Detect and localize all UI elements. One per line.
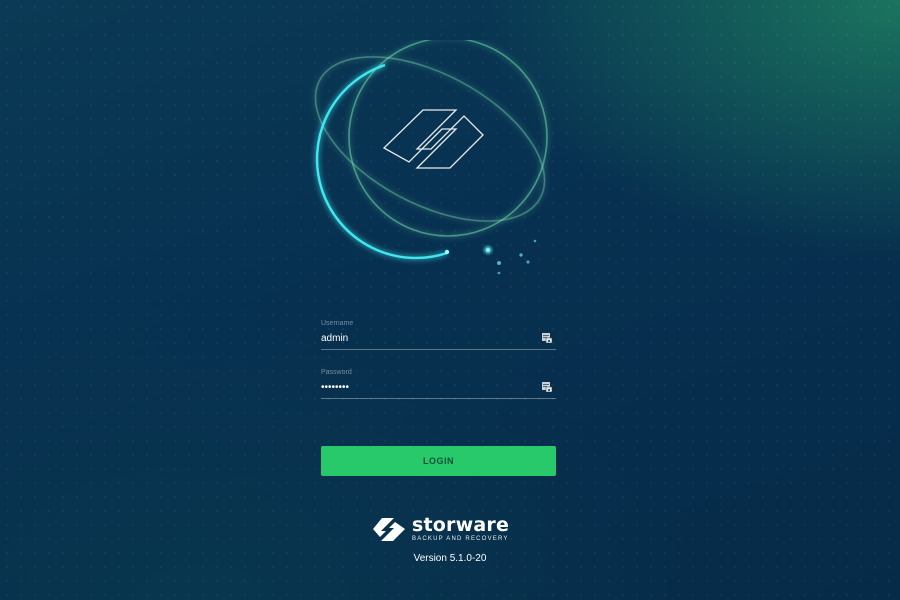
password-manager-key-icon[interactable]	[542, 382, 552, 392]
storware-logo-icon	[373, 518, 405, 541]
password-field: Password	[321, 367, 556, 399]
brand-name: storware	[412, 514, 510, 536]
storware-brand: storware BACKUP AND RECOVERY	[372, 514, 509, 544]
version-label: Version 5.1.0-20	[413, 553, 487, 564]
username-label: Username	[321, 320, 354, 327]
login-form: Username Password LOGIN	[321, 318, 556, 476]
brand-text: storware BACKUP AND RECOVERY	[412, 514, 510, 543]
login-screen: Username Password LOGIN	[0, 0, 900, 600]
password-label: Password	[321, 369, 352, 376]
password-manager-key-icon[interactable]	[542, 333, 552, 343]
password-input[interactable]	[321, 380, 531, 394]
login-button[interactable]: LOGIN	[321, 446, 556, 476]
username-input[interactable]	[321, 331, 531, 345]
username-field: Username	[321, 318, 556, 350]
storware-emblem-icon	[314, 40, 548, 275]
brand-tagline: BACKUP AND RECOVERY	[412, 536, 509, 542]
